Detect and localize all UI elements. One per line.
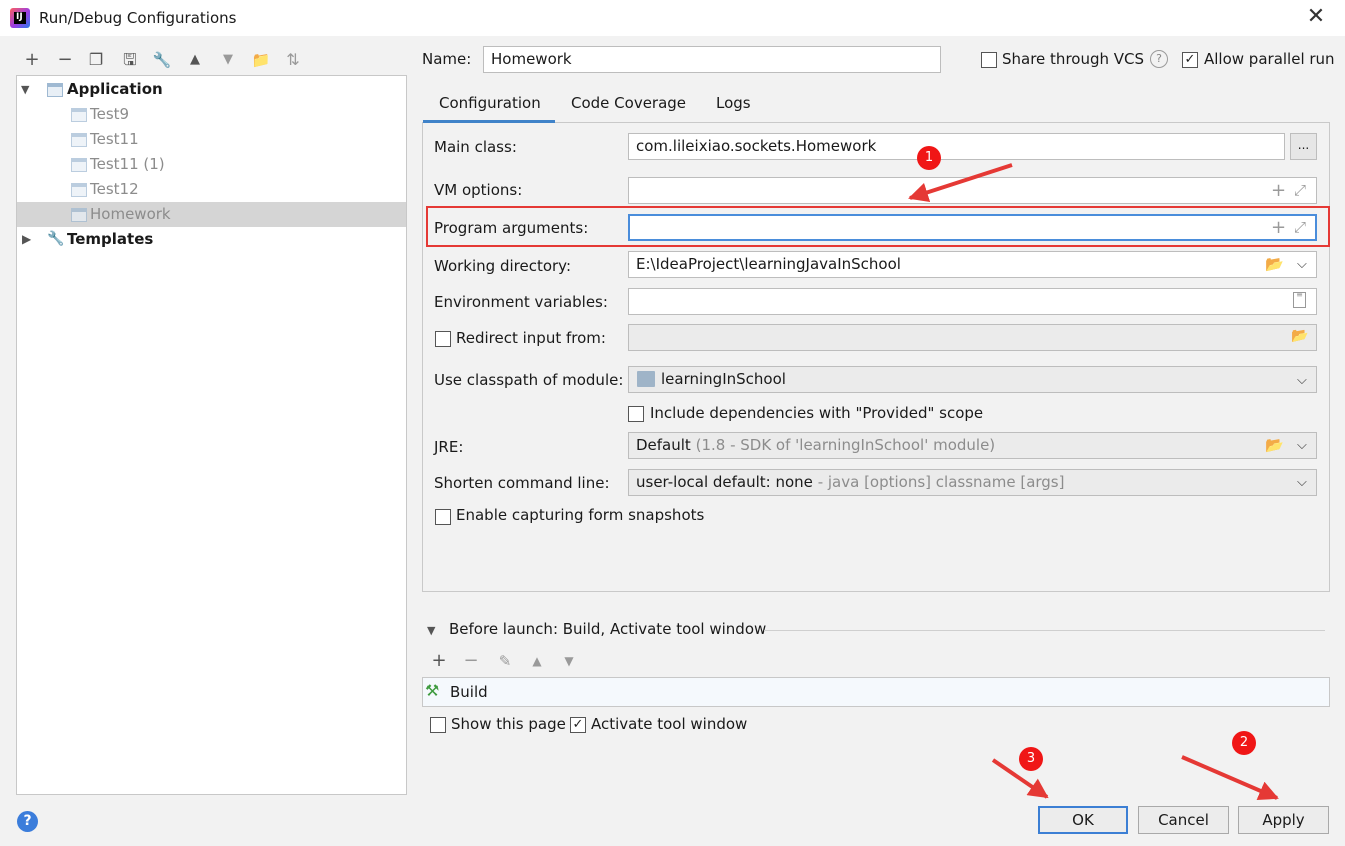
annotation-badge-2: 2 (1232, 731, 1256, 755)
annotation-badge-3: 3 (1019, 747, 1043, 771)
annotation-arrows (908, 163, 1279, 801)
app-icon-text: IJ (16, 12, 23, 22)
arrow-1 (908, 163, 1013, 202)
annotation-badge-1: 1 (917, 146, 941, 170)
arrow-2 (1181, 755, 1279, 801)
